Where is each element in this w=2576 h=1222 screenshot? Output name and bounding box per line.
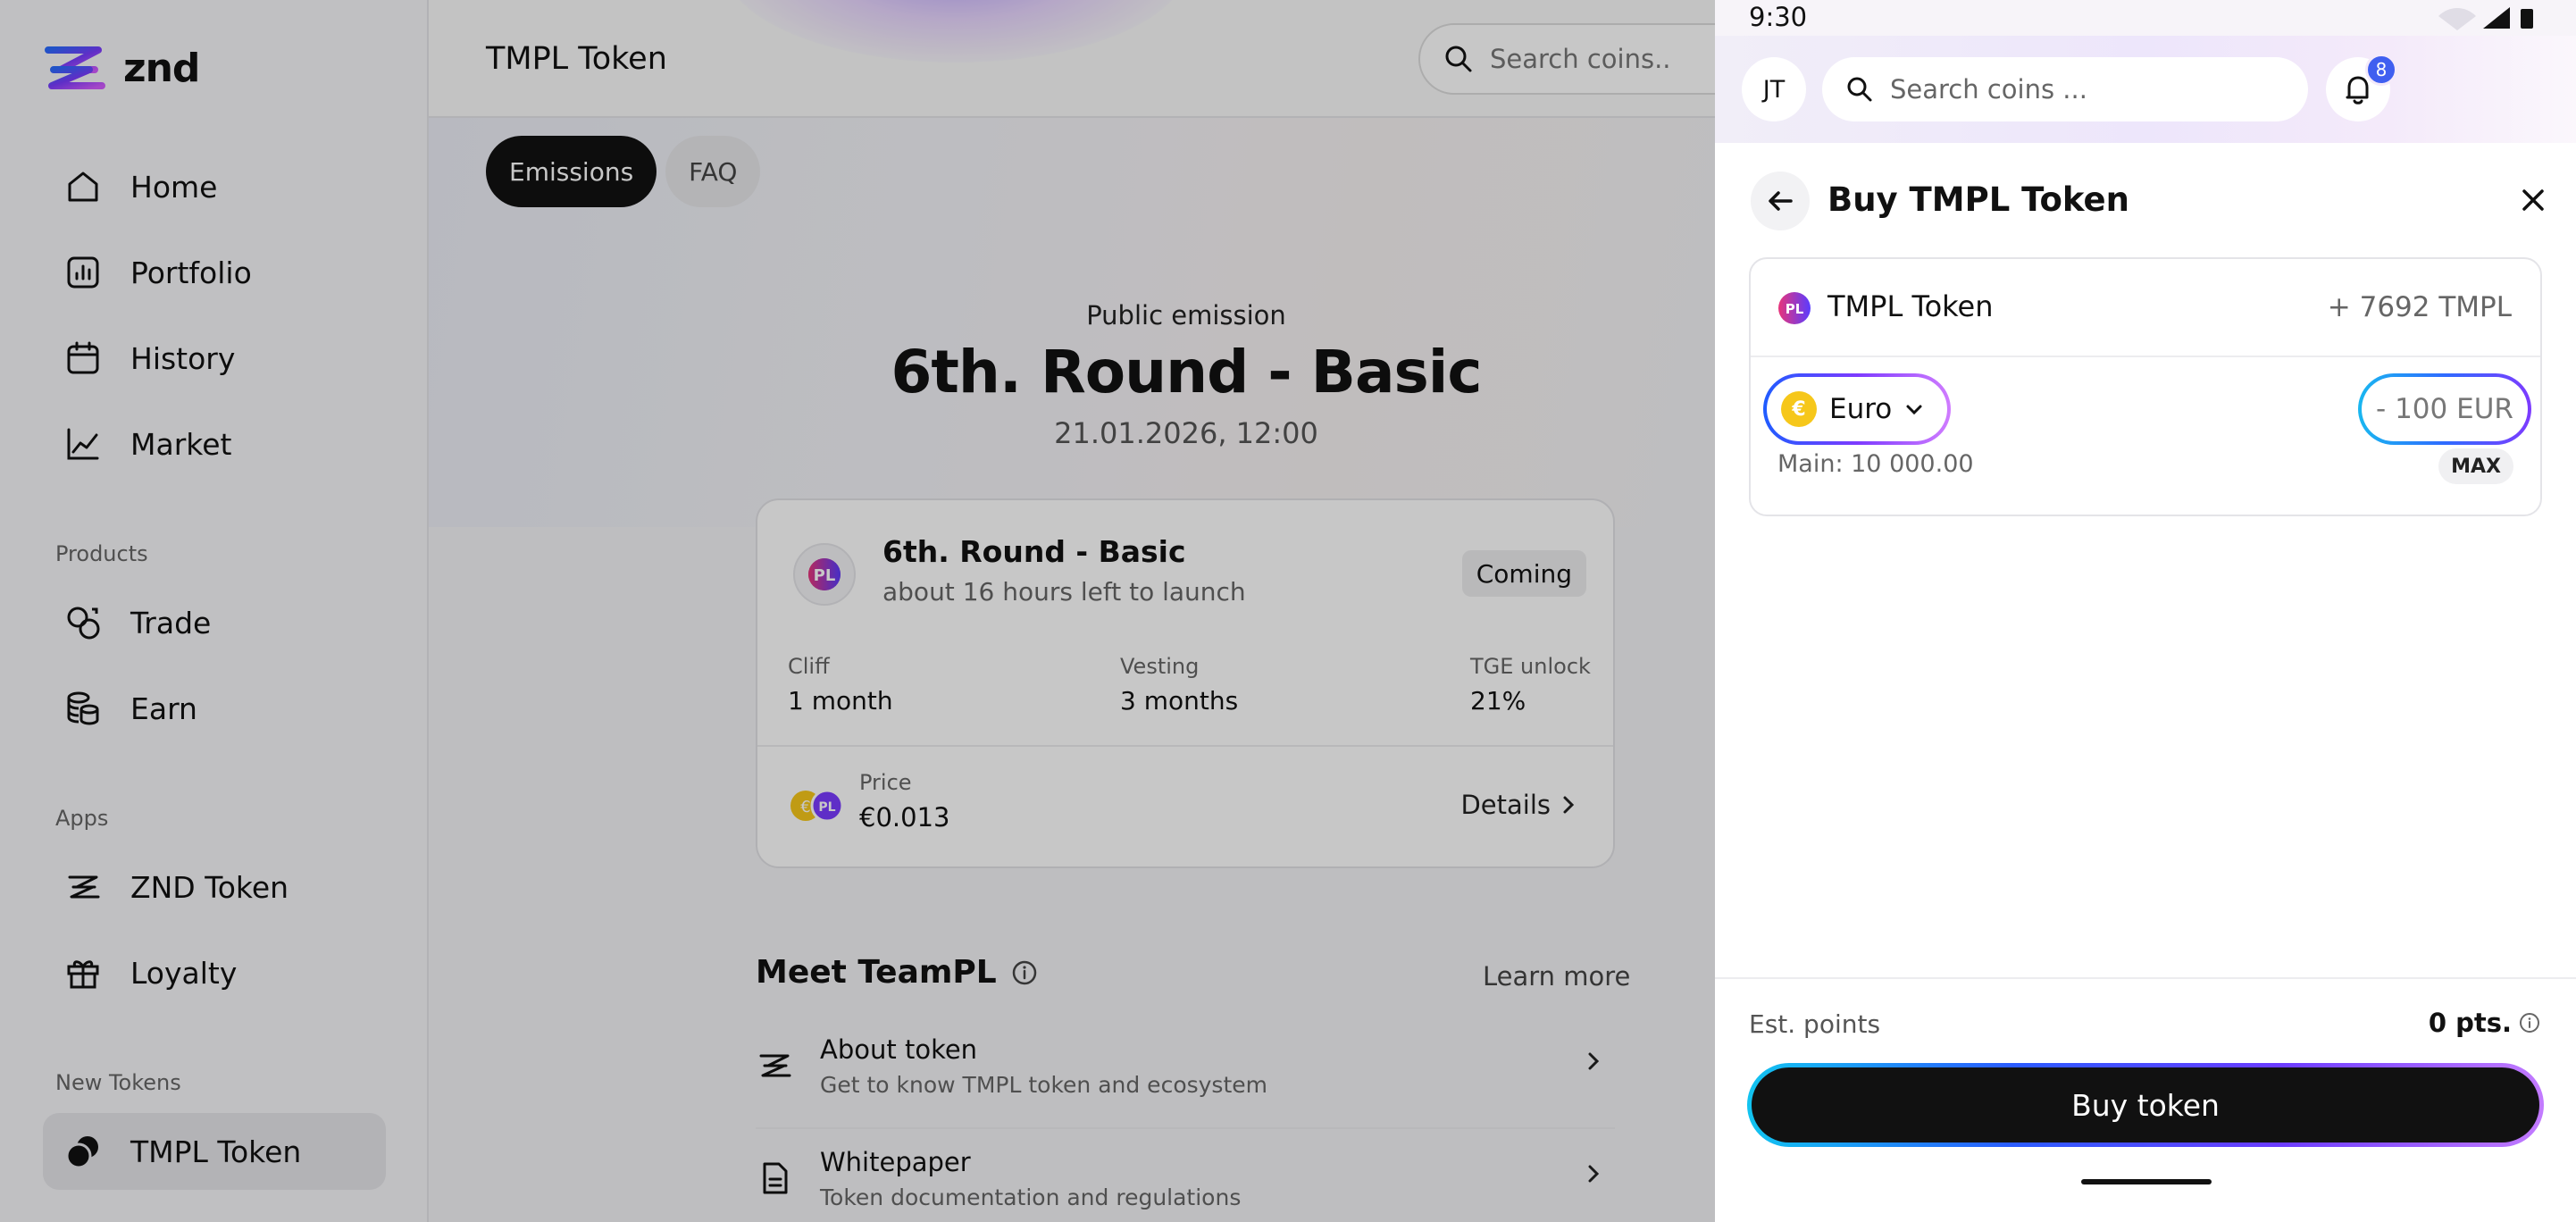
search-icon bbox=[1847, 77, 1872, 102]
main-balance: Main: 10 000.00 bbox=[1777, 450, 1974, 478]
home-indicator bbox=[2081, 1179, 2212, 1184]
currency-label: Euro bbox=[1829, 393, 1893, 425]
receive-token-name: TMPL Token bbox=[1827, 289, 1994, 323]
amount-value: - 100 EUR bbox=[2362, 377, 2528, 441]
chevron-down-icon bbox=[1906, 405, 1922, 415]
max-button[interactable]: MAX bbox=[2438, 448, 2513, 484]
buy-token-button[interactable]: Buy token bbox=[1747, 1063, 2544, 1147]
currency-select[interactable]: € Euro bbox=[1763, 373, 1951, 445]
tmpl-token-icon: PL bbox=[1778, 292, 1811, 324]
currency-select-inner: € Euro bbox=[1767, 377, 1947, 441]
info-icon[interactable] bbox=[2519, 1012, 2540, 1034]
sheet-title: Buy TMPL Token bbox=[1827, 180, 2129, 219]
close-icon[interactable] bbox=[2515, 182, 2551, 218]
euro-coin-icon: € bbox=[1781, 391, 1817, 427]
desktop-view: znd Home Portfolio History Market Produc… bbox=[0, 0, 1715, 1222]
swap-card: PL TMPL Token + 7692 TMPL € Euro - 100 E… bbox=[1749, 257, 2542, 516]
notification-badge: 8 bbox=[2365, 54, 2397, 86]
mobile-panel: 9:30 JT Search coins ... 8 Buy TMPL Toke… bbox=[1715, 0, 2576, 1222]
status-bar: 9:30 bbox=[1715, 0, 2576, 36]
arrow-left-icon bbox=[1769, 191, 1793, 211]
receive-row: PL TMPL Token + 7692 TMPL bbox=[1751, 259, 2540, 357]
est-points-label: Est. points bbox=[1749, 1009, 1881, 1039]
buy-token-label: Buy token bbox=[1752, 1067, 2539, 1142]
est-points-value: 0 pts. bbox=[2429, 1008, 2540, 1038]
status-icons bbox=[2438, 7, 2533, 30]
phone-search-placeholder: Search coins ... bbox=[1890, 74, 2087, 105]
modal-backdrop[interactable] bbox=[0, 0, 1715, 1222]
phone-header: JT Search coins ... 8 bbox=[1715, 36, 2576, 143]
svg-text:PL: PL bbox=[1786, 301, 1804, 317]
status-time: 9:30 bbox=[1749, 2, 1808, 32]
receive-amount: + 7692 TMPL bbox=[2327, 291, 2512, 323]
avatar[interactable]: JT bbox=[1742, 57, 1806, 121]
amount-input[interactable]: - 100 EUR bbox=[2358, 373, 2531, 445]
est-points-text: 0 pts. bbox=[2428, 1008, 2512, 1038]
phone-search-input[interactable]: Search coins ... bbox=[1822, 57, 2308, 121]
back-button[interactable] bbox=[1751, 172, 1810, 230]
footer-divider bbox=[1715, 977, 2576, 979]
